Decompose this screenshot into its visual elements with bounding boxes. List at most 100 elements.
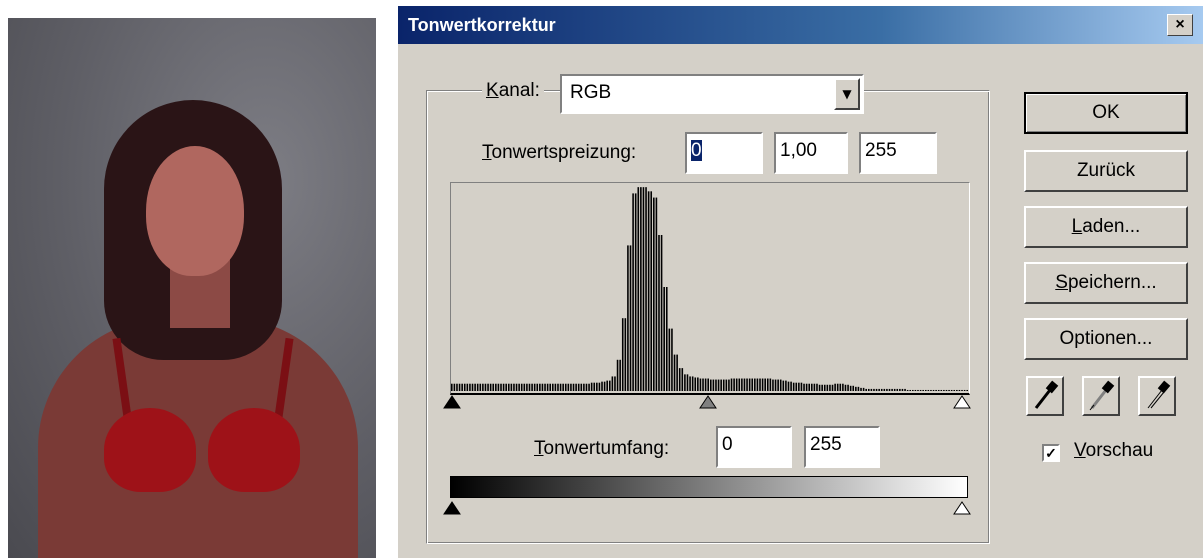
input-white-field[interactable]: 255 bbox=[859, 132, 937, 174]
channel-value: RGB bbox=[570, 82, 612, 103]
histogram-bar bbox=[456, 383, 458, 391]
output-white-field[interactable]: 255 bbox=[804, 426, 880, 468]
histogram-bar bbox=[559, 383, 562, 391]
histogram-bar bbox=[699, 378, 702, 391]
input-white-slider[interactable] bbox=[953, 395, 971, 409]
histogram-bar bbox=[914, 389, 917, 391]
histogram-bar bbox=[564, 383, 567, 391]
histogram-bar bbox=[466, 383, 469, 391]
channel-select[interactable]: RGB ▼ bbox=[560, 74, 864, 114]
histogram-bar bbox=[487, 383, 489, 391]
output-black-field[interactable]: 0 bbox=[716, 426, 792, 468]
options-button[interactable]: Optionen... bbox=[1024, 318, 1188, 360]
histogram-bar bbox=[725, 379, 728, 391]
histogram-bar bbox=[495, 383, 497, 391]
title-bar[interactable]: Tonwertkorrektur × bbox=[398, 6, 1203, 44]
histogram-bar bbox=[647, 191, 650, 391]
histogram-bar bbox=[469, 383, 471, 391]
histogram-bar bbox=[507, 383, 510, 391]
histogram-bar bbox=[702, 378, 704, 391]
histogram-bar bbox=[523, 383, 526, 391]
histogram-bar bbox=[852, 385, 855, 391]
histogram-bar bbox=[603, 381, 606, 391]
histogram-bar bbox=[883, 388, 886, 391]
histogram-bar bbox=[451, 383, 453, 391]
histogram-bar bbox=[627, 245, 629, 391]
histogram-bar bbox=[515, 383, 518, 391]
histogram-bar bbox=[567, 383, 570, 391]
white-point-eyedropper-button[interactable] bbox=[1138, 376, 1176, 416]
histogram-bar bbox=[759, 378, 761, 391]
save-button[interactable]: Speichern... bbox=[1024, 262, 1188, 304]
histogram-bar bbox=[873, 388, 875, 391]
histogram-bar bbox=[943, 389, 945, 391]
histogram-bar bbox=[891, 388, 893, 391]
histogram-bar bbox=[707, 378, 709, 391]
histogram-bar bbox=[461, 383, 463, 391]
histogram-bar bbox=[831, 384, 834, 391]
histogram-bar bbox=[754, 378, 756, 391]
histogram-bar bbox=[870, 388, 873, 391]
black-point-eyedropper-button[interactable] bbox=[1026, 376, 1064, 416]
input-gamma-slider[interactable] bbox=[699, 395, 717, 409]
histogram-bar bbox=[712, 379, 715, 391]
input-gamma-field[interactable]: 1,00 bbox=[774, 132, 848, 174]
histogram-bar bbox=[867, 388, 870, 391]
histogram-bar bbox=[855, 386, 857, 391]
histogram-bar bbox=[526, 383, 528, 391]
output-black-slider[interactable] bbox=[443, 501, 461, 515]
levels-dialog: Tonwertkorrektur × Kanal: RGB ▼ Tonwerts… bbox=[397, 6, 1203, 558]
output-white-slider[interactable] bbox=[953, 501, 971, 515]
histogram-bar bbox=[502, 383, 505, 391]
input-black-field[interactable]: 0 bbox=[685, 132, 763, 174]
histogram-bar bbox=[912, 389, 914, 391]
histogram-bar bbox=[966, 389, 968, 391]
black-point-eyedropper-icon bbox=[1034, 380, 1059, 409]
histogram-bar bbox=[590, 382, 593, 391]
histogram-bar bbox=[901, 388, 904, 391]
histogram-bar bbox=[722, 379, 725, 391]
input-black-slider[interactable] bbox=[443, 395, 461, 409]
histogram-bar bbox=[500, 383, 502, 391]
histogram-bar bbox=[673, 354, 676, 391]
histogram-bar bbox=[751, 378, 754, 391]
photo-face bbox=[146, 146, 244, 276]
histogram-bar bbox=[761, 378, 764, 391]
histogram-bar bbox=[777, 379, 779, 391]
histogram-bar bbox=[513, 383, 515, 391]
histogram-bar bbox=[842, 383, 844, 391]
histogram-bar bbox=[585, 383, 588, 391]
histogram-bar bbox=[710, 379, 712, 391]
histogram-bar bbox=[748, 378, 751, 391]
histogram-bar bbox=[619, 359, 621, 391]
histogram-bar bbox=[844, 384, 847, 391]
histogram-bar bbox=[924, 389, 927, 391]
preview-checkbox[interactable]: ✓ bbox=[1042, 444, 1060, 462]
histogram-bar bbox=[821, 384, 823, 391]
reset-button[interactable]: Zurück bbox=[1024, 150, 1188, 192]
histogram-bar bbox=[505, 383, 507, 391]
histogram-bar bbox=[808, 383, 811, 391]
close-button[interactable]: × bbox=[1167, 14, 1193, 36]
histogram-bar bbox=[557, 383, 559, 391]
gray-point-eyedropper-button[interactable] bbox=[1082, 376, 1120, 416]
histogram-bar bbox=[880, 388, 883, 391]
histogram-bar bbox=[865, 388, 867, 391]
histogram-bar bbox=[769, 378, 772, 391]
histogram-chart bbox=[451, 187, 968, 391]
histogram-bar bbox=[922, 389, 924, 391]
load-button[interactable]: Laden... bbox=[1024, 206, 1188, 248]
histogram-bar bbox=[596, 382, 598, 391]
histogram-bar bbox=[549, 383, 552, 391]
histogram-bar bbox=[906, 389, 909, 391]
histogram-bar bbox=[849, 385, 852, 391]
dialog-title: Tonwertkorrektur bbox=[408, 15, 556, 35]
ok-button[interactable]: OK bbox=[1024, 92, 1188, 134]
histogram-bar bbox=[671, 328, 673, 391]
histogram-bar bbox=[463, 383, 466, 391]
histogram-bar bbox=[953, 389, 956, 391]
histogram-bar bbox=[919, 389, 922, 391]
histogram-bar bbox=[484, 383, 487, 391]
histogram-bar bbox=[826, 384, 829, 391]
chevron-down-icon[interactable]: ▼ bbox=[834, 78, 860, 110]
